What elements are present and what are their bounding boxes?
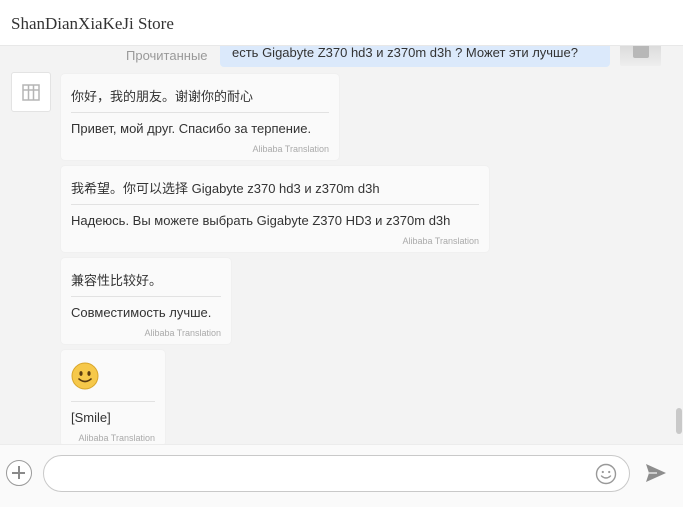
composer (0, 444, 683, 507)
received-message: [Smile] Alibaba Translation (61, 350, 165, 444)
send-icon[interactable] (644, 462, 668, 484)
smile-emoji (71, 362, 99, 390)
translated-text: Совместимость лучше. (71, 305, 212, 320)
message-list[interactable]: Прочитанные есть Gigabyte Z370 hd3 и z37… (0, 46, 683, 444)
scrollbar-thumb[interactable] (676, 408, 682, 434)
received-message: 你好，我的朋友。谢谢你的耐心 Привет, мой друг. Спасибо… (61, 74, 339, 160)
translated-text: Привет, мой друг. Спасибо за терпение. (71, 121, 312, 136)
message-input[interactable] (43, 455, 630, 492)
translation-credit: Alibaba Translation (144, 328, 221, 338)
chat-window: ShanDianXiaKeJi Store Прочитанные есть G… (0, 0, 683, 507)
translation-credit: Alibaba Translation (402, 236, 479, 246)
sent-message-text: есть Gigabyte Z370 hd3 и z370m d3h ? Мож… (232, 46, 578, 60)
translation-credit: Alibaba Translation (78, 433, 155, 443)
translation-credit: Alibaba Translation (252, 144, 329, 154)
original-text: 兼容性比较好。 (71, 258, 221, 297)
sent-message-row: Прочитанные есть Gigabyte Z370 hd3 и z37… (0, 46, 683, 68)
sent-message-bubble: есть Gigabyte Z370 hd3 и z370m d3h ? Мож… (220, 46, 610, 67)
user-avatar (620, 46, 661, 66)
store-icon (22, 84, 40, 101)
plus-icon[interactable] (6, 460, 32, 486)
received-message: 兼容性比较好。 Совместимость лучше. Alibaba Tra… (61, 258, 231, 344)
emoji-container (71, 350, 155, 402)
received-message: 我希望。你可以选择 Gigabyte z370 hd3 и z370m d3h … (61, 166, 489, 252)
read-status: Прочитанные (126, 48, 208, 63)
smiley-icon[interactable] (595, 463, 617, 485)
translated-text: [Smile] (71, 410, 111, 425)
original-text: 我希望。你可以选择 Gigabyte z370 hd3 и z370m d3h (71, 166, 479, 205)
original-text: 你好，我的朋友。谢谢你的耐心 (71, 74, 329, 113)
translated-text: Надеюсь. Вы можете выбрать Gigabyte Z370… (71, 213, 451, 228)
store-avatar[interactable] (11, 72, 51, 112)
store-name[interactable]: ShanDianXiaKeJi Store (11, 14, 174, 34)
scrollbar-track[interactable] (683, 0, 695, 507)
chat-header: ShanDianXiaKeJi Store (0, 0, 683, 46)
